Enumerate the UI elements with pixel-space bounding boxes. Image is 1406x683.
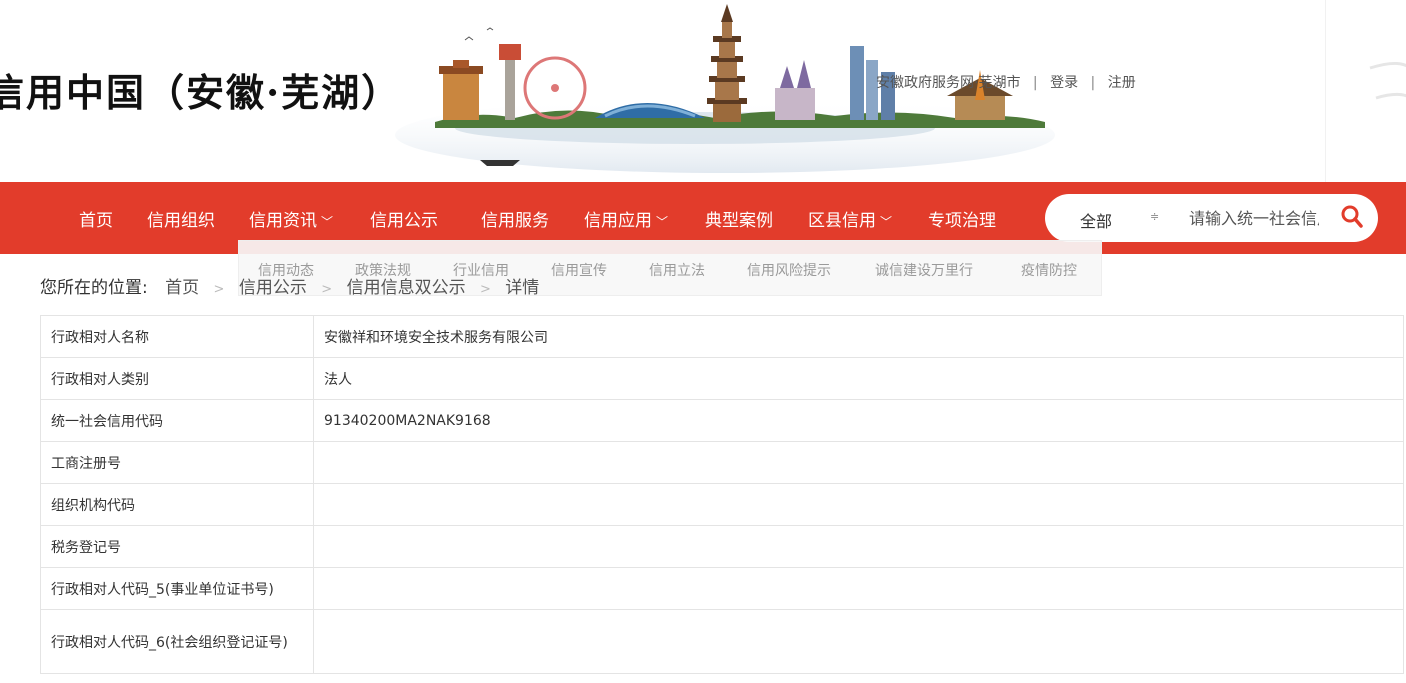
- row-value: [313, 567, 1404, 610]
- register-link[interactable]: 注册: [1108, 75, 1136, 91]
- submenu-item[interactable]: 诚信建设万里行: [875, 260, 973, 280]
- site-header: 信用中国（安徽·芜湖） 安徽政府服务网·芜湖市 | 登录 | 注册: [0, 0, 1406, 182]
- submenu-item[interactable]: 信用风险提示: [747, 260, 831, 280]
- login-link[interactable]: 登录: [1050, 75, 1078, 91]
- search-scope-select[interactable]: 全部: [1080, 208, 1112, 232]
- nav-item-credit-service[interactable]: 信用服务: [481, 206, 549, 231]
- nav-item-credit-org[interactable]: 信用组织: [147, 206, 215, 231]
- chevron-down-icon: ﹀: [880, 215, 893, 229]
- table-row: 统一社会信用代码 91340200MA2NAK9168: [40, 399, 1404, 442]
- row-key: 行政相对人代码_6(社会组织登记证号): [40, 609, 314, 674]
- table-row: 行政相对人代码_6(社会组织登记证号): [40, 609, 1404, 674]
- chevron-down-icon: ﹀: [656, 215, 669, 229]
- breadcrumb-item-current: 详情: [505, 278, 540, 298]
- header-decoration: [1325, 0, 1406, 182]
- row-value: 91340200MA2NAK9168: [313, 399, 1404, 442]
- nav-item-label: 首页: [79, 211, 113, 231]
- top-links: 安徽政府服务网·芜湖市 | 登录 | 注册: [876, 72, 1136, 92]
- chevron-down-icon: ﹀: [321, 215, 334, 229]
- nav-item-label: 信用资讯: [249, 211, 317, 231]
- gov-service-link[interactable]: 安徽政府服务网·芜湖市: [876, 75, 1020, 91]
- breadcrumb-item-double-publicity[interactable]: 信用信息双公示: [347, 278, 466, 298]
- nav-item-label: 信用服务: [481, 211, 549, 231]
- row-key: 行政相对人类别: [40, 357, 314, 400]
- detail-table: 行政相对人名称 安徽祥和环境安全技术服务有限公司 行政相对人类别 法人 统一社会…: [40, 315, 1404, 674]
- breadcrumb-item-credit-publicity[interactable]: 信用公示: [239, 278, 307, 298]
- link-separator: |: [1090, 75, 1096, 91]
- nav-item-label: 典型案例: [705, 211, 773, 231]
- row-key: 税务登记号: [40, 525, 314, 568]
- submenu-item[interactable]: 疫情防控: [1021, 260, 1077, 280]
- row-key: 统一社会信用代码: [40, 399, 314, 442]
- submenu-item[interactable]: 信用宣传: [551, 260, 607, 280]
- submenu-item[interactable]: 信用立法: [649, 260, 705, 280]
- nav-item-credit-publicity[interactable]: 信用公示: [370, 206, 438, 231]
- nav-item-home[interactable]: 首页: [79, 206, 113, 231]
- row-value: [313, 441, 1404, 484]
- breadcrumb-separator: >: [321, 282, 333, 297]
- breadcrumb-label: 您所在的位置:: [40, 278, 148, 298]
- table-row: 组织机构代码: [40, 483, 1404, 526]
- table-row: 行政相对人名称 安徽祥和环境安全技术服务有限公司: [40, 315, 1404, 358]
- nav-item-typical-cases[interactable]: 典型案例: [705, 206, 773, 231]
- nav-item-credit-application[interactable]: 信用应用 ﹀: [584, 206, 668, 231]
- decoration-icon: [1369, 61, 1406, 100]
- row-key: 组织机构代码: [40, 483, 314, 526]
- table-row: 行政相对人代码_5(事业单位证书号): [40, 567, 1404, 610]
- nav-item-label: 信用组织: [147, 211, 215, 231]
- row-key: 行政相对人代码_5(事业单位证书号): [40, 567, 314, 610]
- row-value: [313, 609, 1404, 674]
- nav-item-special-governance[interactable]: 专项治理: [928, 206, 996, 231]
- nav-item-label: 专项治理: [928, 211, 996, 231]
- row-value: [313, 525, 1404, 568]
- row-key: 行政相对人名称: [40, 315, 314, 358]
- sort-arrows-icon[interactable]: ≑: [1150, 210, 1159, 223]
- table-row: 工商注册号: [40, 441, 1404, 484]
- nav-item-credit-news[interactable]: 信用资讯 ﹀: [249, 206, 333, 231]
- row-value: [313, 483, 1404, 526]
- table-row: 税务登记号: [40, 525, 1404, 568]
- breadcrumb: 您所在的位置: 首页 > 信用公示 > 信用信息双公示 > 详情: [40, 273, 539, 298]
- nav-item-label: 区县信用: [808, 211, 876, 231]
- nav-item-label: 信用公示: [370, 211, 438, 231]
- row-value: 法人: [313, 357, 1404, 400]
- search-icon[interactable]: [1340, 204, 1364, 230]
- search-input[interactable]: [1189, 204, 1319, 232]
- breadcrumb-separator: >: [213, 282, 225, 297]
- breadcrumb-separator: >: [479, 282, 491, 297]
- row-value: 安徽祥和环境安全技术服务有限公司: [313, 315, 1404, 358]
- nav-item-label: 信用应用: [584, 211, 652, 231]
- nav-item-county-credit[interactable]: 区县信用 ﹀: [808, 206, 892, 231]
- site-title: 信用中国（安徽·芜湖）: [0, 70, 402, 115]
- table-row: 行政相对人类别 法人: [40, 357, 1404, 400]
- breadcrumb-item-home[interactable]: 首页: [165, 278, 199, 298]
- row-key: 工商注册号: [40, 441, 314, 484]
- link-separator: |: [1032, 75, 1038, 91]
